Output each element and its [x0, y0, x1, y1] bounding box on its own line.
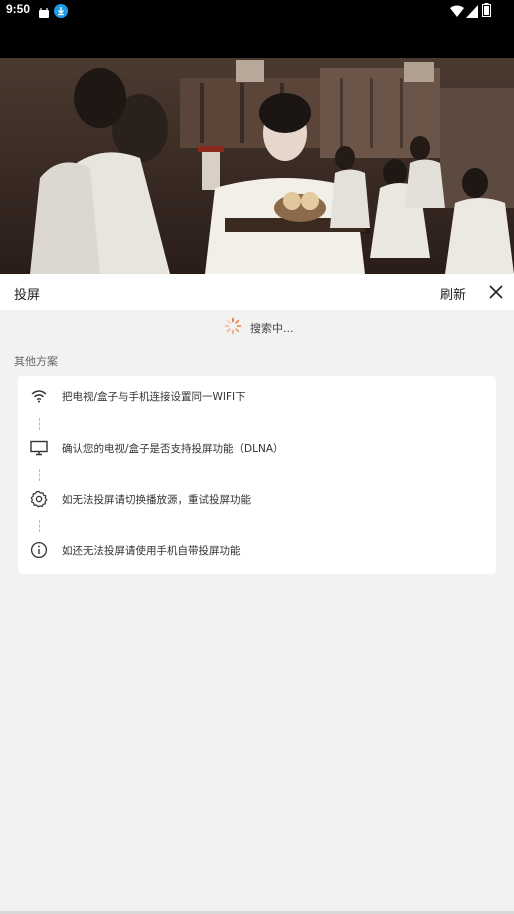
status-time: 9:50 — [6, 2, 31, 16]
status-bar: 9:50 — [0, 0, 514, 22]
step-connector — [39, 520, 40, 532]
page-title: 投屏 — [14, 288, 41, 303]
video-frame — [0, 58, 514, 274]
step-text: 如还无法投屏请使用手机自带投屏功能 — [62, 545, 241, 557]
tv-icon — [30, 439, 48, 457]
searching-text: 搜索中... — [250, 322, 294, 335]
search-status: 搜索中... — [0, 314, 514, 340]
wifi-icon — [450, 3, 464, 22]
close-icon[interactable] — [486, 282, 506, 302]
step-text: 确认您的电视/盒子是否支持投屏功能（DLNA） — [62, 443, 284, 455]
list-item: 把电视/盒子与手机连接设置同一WIFI下 — [18, 384, 496, 408]
download-icon — [54, 3, 68, 22]
signal-icon — [466, 3, 478, 22]
info-icon — [30, 541, 48, 559]
step-text: 如无法投屏请切换播放源，重试投屏功能 — [62, 494, 251, 506]
list-item: 如还无法投屏请使用手机自带投屏功能 — [18, 538, 496, 562]
step-connector — [39, 469, 40, 481]
gear-icon — [30, 490, 48, 508]
top-black-strip — [0, 22, 514, 58]
cast-header: 投屏 刷新 — [0, 274, 514, 310]
loading-spinner-icon — [224, 317, 242, 335]
video-player[interactable] — [0, 58, 514, 274]
refresh-button[interactable]: 刷新 — [440, 284, 466, 303]
battery-icon — [482, 2, 491, 21]
wifi-icon — [30, 387, 48, 405]
step-connector — [39, 418, 40, 430]
tips-card: 把电视/盒子与手机连接设置同一WIFI下 确认您的电视/盒子是否支持投屏功能（D… — [18, 376, 496, 574]
notification-icon — [38, 4, 50, 23]
list-item: 如无法投屏请切换播放源，重试投屏功能 — [18, 487, 496, 511]
list-item: 确认您的电视/盒子是否支持投屏功能（DLNA） — [18, 436, 496, 460]
step-text: 把电视/盒子与手机连接设置同一WIFI下 — [62, 391, 246, 403]
section-title: 其他方案 — [14, 355, 58, 368]
